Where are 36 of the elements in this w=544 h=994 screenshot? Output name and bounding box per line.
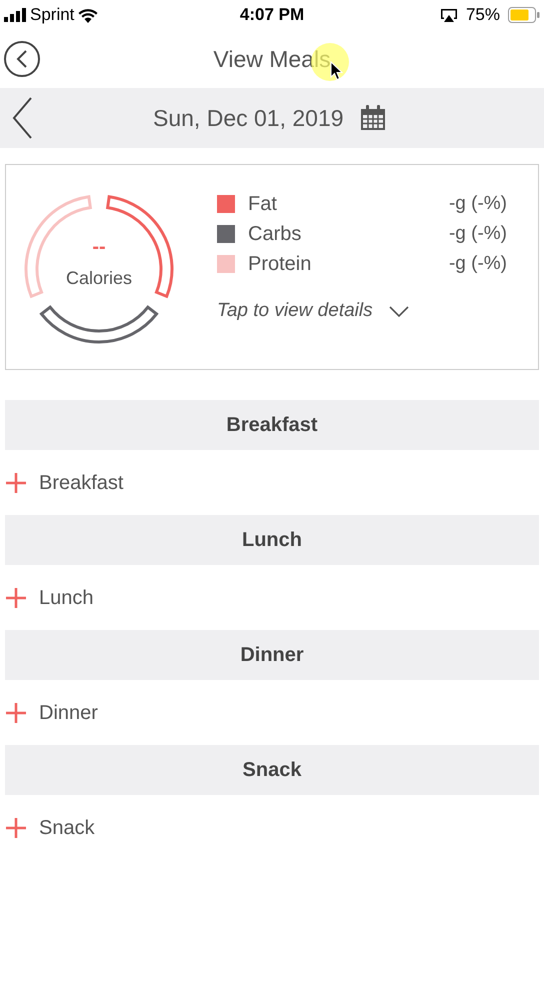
macro-value: -g (-%): [448, 252, 507, 276]
plus-icon: [5, 586, 27, 608]
back-button[interactable]: [4, 41, 40, 77]
signal-icon: [4, 8, 26, 22]
carrier-name: Sprint: [30, 4, 74, 26]
macro-name: Fat: [248, 192, 278, 217]
calories-label: Calories: [66, 266, 132, 290]
battery-icon: [508, 7, 540, 23]
plus-icon: [5, 472, 27, 494]
add-meal-button[interactable]: Lunch: [0, 565, 98, 630]
wifi-icon: [78, 8, 98, 22]
calories-value: --: [92, 236, 106, 256]
chevron-left-icon: [16, 50, 28, 68]
previous-day-button[interactable]: [12, 96, 34, 140]
battery-percent: 75%: [466, 4, 500, 26]
chevron-left-icon: [12, 97, 32, 139]
add-meal-button[interactable]: Breakfast: [0, 450, 128, 515]
clock-time: 4:07 PM: [240, 4, 304, 26]
macro-value: -g (-%): [448, 222, 507, 246]
meal-heading: Breakfast: [226, 413, 318, 438]
calendar-icon[interactable]: [360, 105, 386, 131]
chevron-down-icon: [388, 306, 409, 316]
view-details-link[interactable]: Tap to view details: [217, 296, 507, 326]
add-meal-button[interactable]: Snack: [0, 795, 100, 860]
macro-name: Protein: [248, 252, 312, 277]
macro-value: -g (-%): [448, 192, 507, 216]
plus-icon: [5, 702, 27, 724]
cursor-icon: [330, 61, 343, 81]
selected-date: Sun, Dec 01, 2019: [153, 104, 344, 133]
add-meal-button[interactable]: Dinner: [0, 680, 103, 745]
meal-heading: Snack: [242, 758, 302, 783]
screen-mirroring-icon: [440, 8, 458, 22]
meal-heading: Lunch: [242, 528, 302, 553]
plus-icon: [5, 816, 27, 838]
macro-name: Carbs: [248, 222, 302, 247]
meal-heading: Dinner: [240, 643, 304, 668]
